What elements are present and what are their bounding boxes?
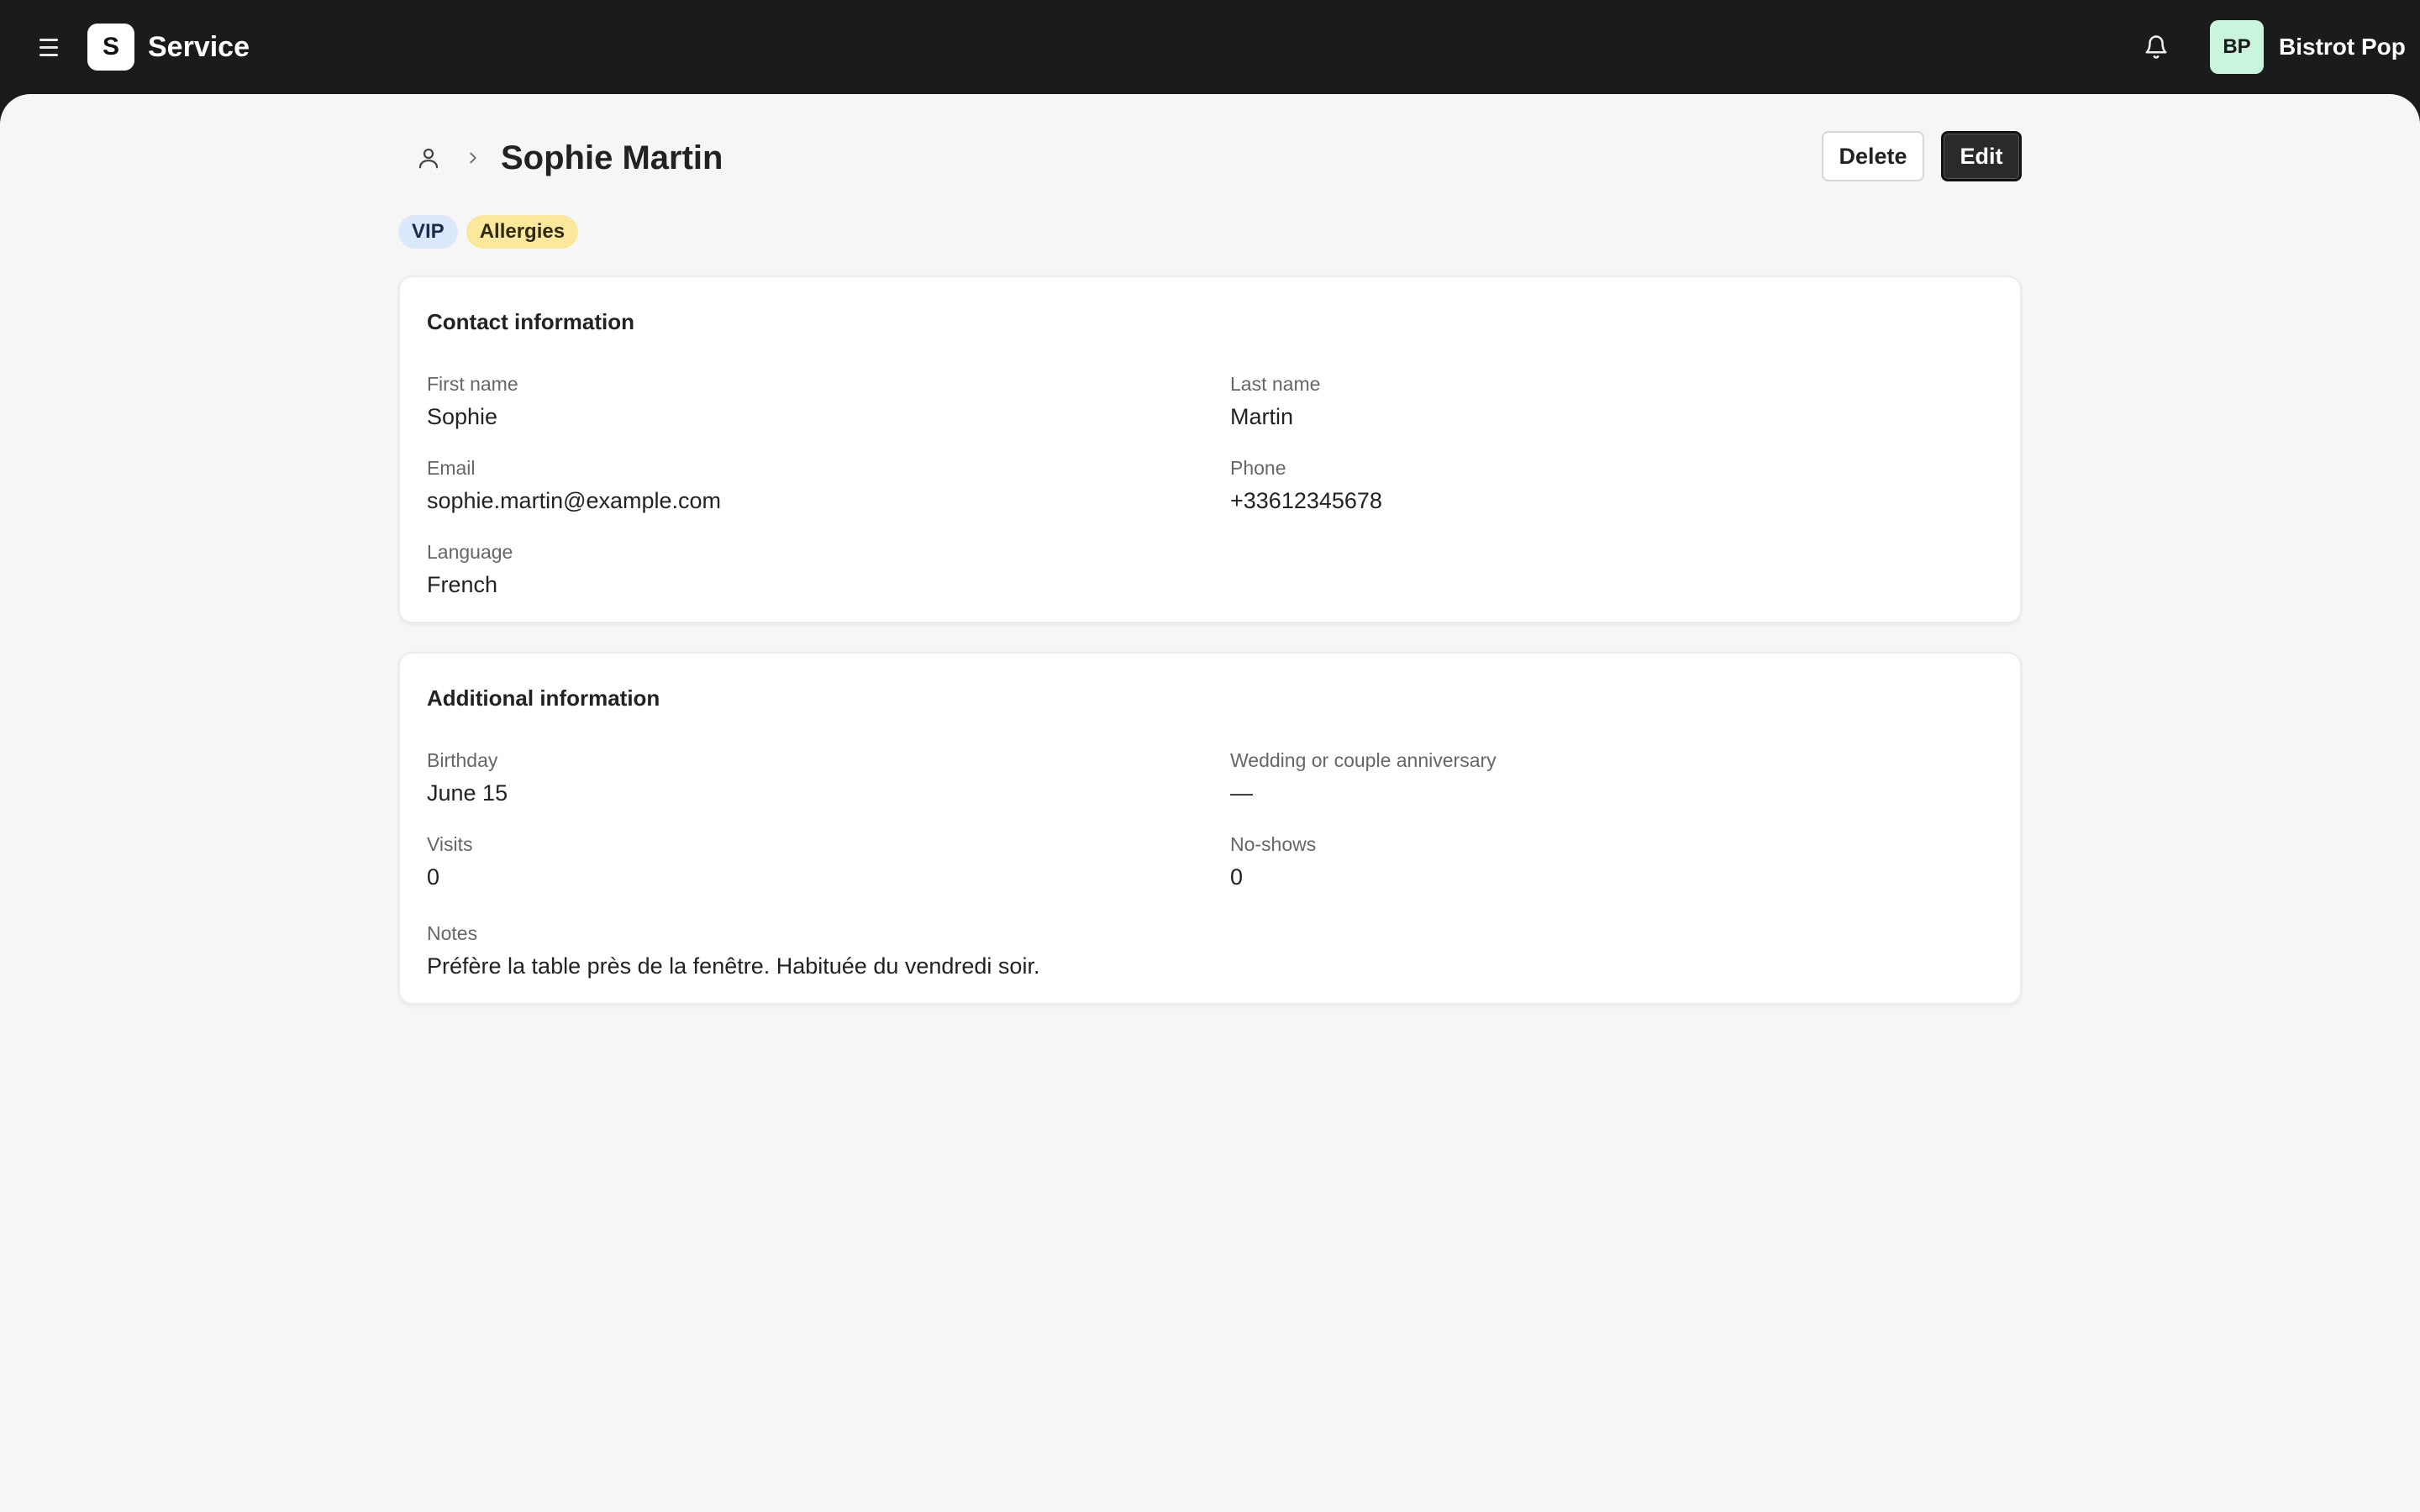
visits-field: Visits 0 <box>427 832 473 892</box>
field-label: Birthday <box>427 749 498 771</box>
tag-allergies: Allergies <box>466 215 579 249</box>
page-title: Sophie Martin <box>501 139 723 176</box>
first-name-field: First name Sophie <box>427 371 518 432</box>
field-label: Last name <box>1230 373 1321 395</box>
top-bar: S Service BP Bistrot Pop <box>0 0 2420 94</box>
field-value: June 15 <box>427 780 508 806</box>
field-value: French <box>427 572 498 597</box>
email-field: Email sophie.martin@example.com <box>427 455 721 516</box>
birthday-field: Birthday June 15 <box>427 748 508 808</box>
tag-vip: VIP <box>398 215 458 249</box>
field-value: 0 <box>427 864 440 890</box>
chevron-right-icon <box>462 147 484 169</box>
card-title: Additional information <box>427 685 660 711</box>
field-value: Préfère la table près de la fenêtre. Hab… <box>427 953 1040 979</box>
notes-field: Notes Préfère la table près de la fenêtr… <box>427 921 1039 981</box>
menu-icon[interactable] <box>32 30 66 64</box>
bell-icon[interactable] <box>2139 30 2173 64</box>
additional-information-card: Additional information Birthday June 15 … <box>398 652 2022 1005</box>
edit-button[interactable]: Edit <box>1941 131 2022 181</box>
contact-information-card: Contact information First name Sophie La… <box>398 276 2022 623</box>
app-logo[interactable]: S <box>87 24 134 71</box>
phone-field: Phone +33612345678 <box>1230 455 1382 516</box>
field-label: Notes <box>427 922 478 944</box>
field-value: sophie.martin@example.com <box>427 488 722 513</box>
breadcrumb: Sophie Martin <box>398 131 723 185</box>
last-name-field: Last name Martin <box>1230 371 1320 432</box>
field-label: Language <box>427 541 513 563</box>
customer-tags: VIP Allergies <box>398 215 579 249</box>
card-title: Contact information <box>427 309 634 334</box>
person-icon[interactable] <box>413 143 444 173</box>
account-name: Bistrot Pop <box>2279 34 2406 60</box>
app-name: Service <box>148 31 250 63</box>
page-actions: Delete Edit <box>1822 131 2022 181</box>
main-content: Sophie Martin Delete Edit VIP Allergies … <box>0 94 2420 1512</box>
field-label: No-shows <box>1230 833 1317 855</box>
field-value: +33612345678 <box>1230 488 1382 513</box>
language-field: Language French <box>427 539 513 600</box>
field-label: Wedding or couple anniversary <box>1230 749 1497 771</box>
field-label: Visits <box>427 833 473 855</box>
field-label: Phone <box>1230 457 1286 479</box>
avatar: BP <box>2210 20 2264 74</box>
field-label: Email <box>427 457 476 479</box>
field-value: Sophie <box>427 404 498 429</box>
field-value: 0 <box>1230 864 1244 890</box>
delete-button[interactable]: Delete <box>1822 131 1924 181</box>
account-menu[interactable]: BP Bistrot Pop <box>2210 20 2406 74</box>
page-header: Sophie Martin Delete Edit <box>398 131 2022 185</box>
field-label: First name <box>427 373 518 395</box>
no-shows-field: No-shows 0 <box>1230 832 1316 892</box>
field-value: — <box>1230 780 1253 806</box>
field-value: Martin <box>1230 404 1294 429</box>
anniversary-field: Wedding or couple anniversary — <box>1230 748 1497 808</box>
